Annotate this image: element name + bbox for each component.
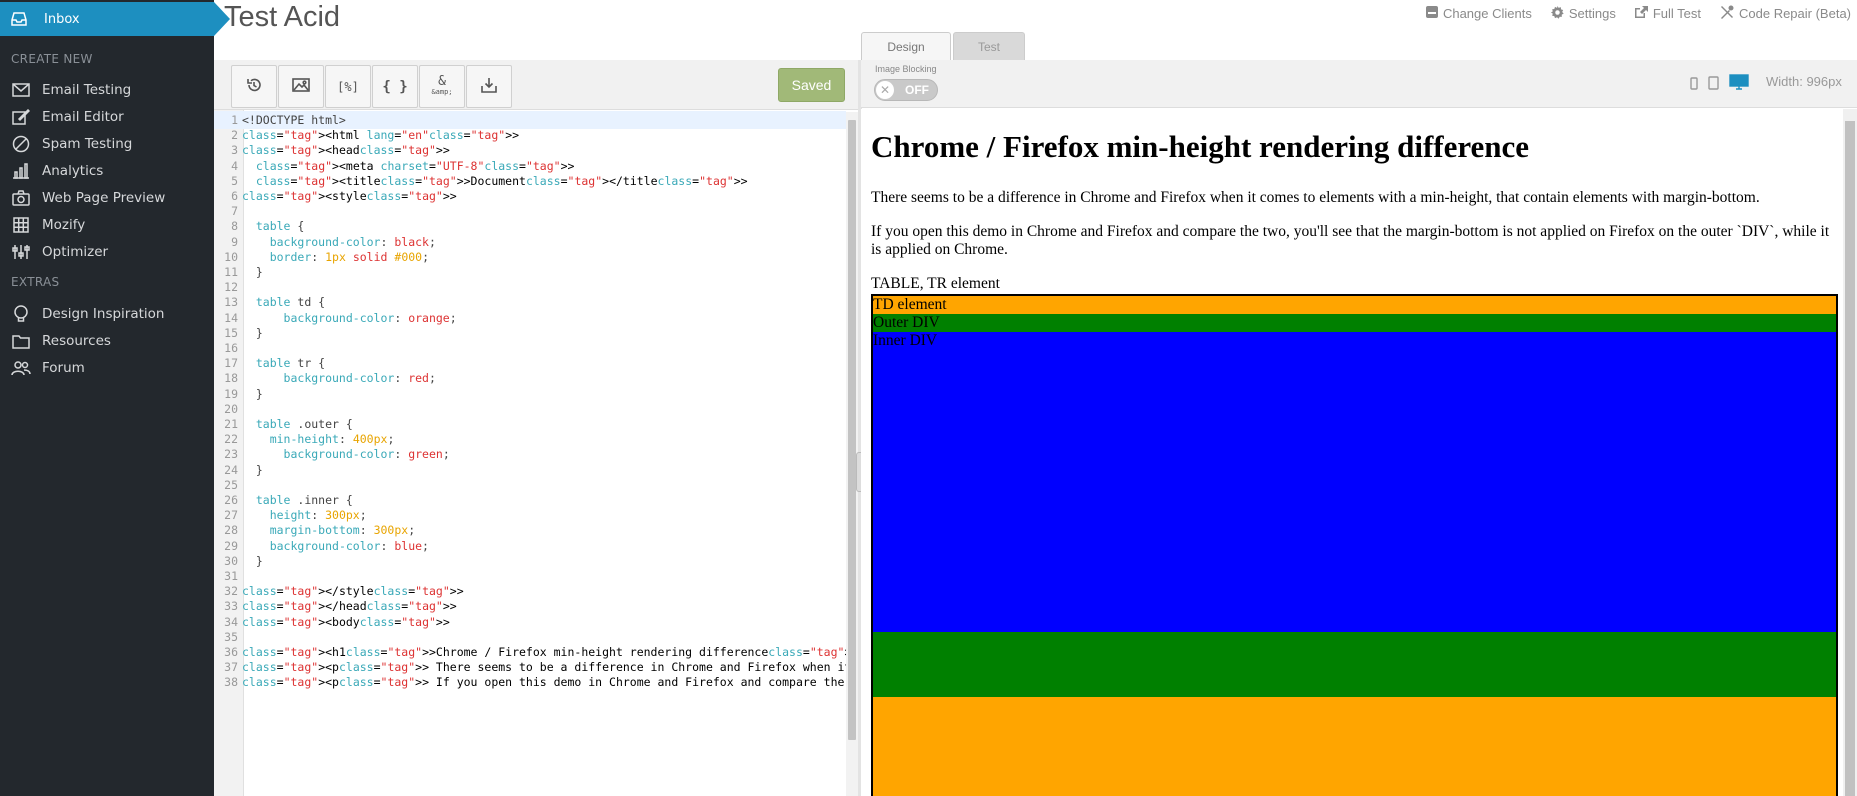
sidebar-item-label: Web Page Preview: [42, 190, 166, 206]
change-clients-button[interactable]: Change Clients: [1425, 4, 1532, 23]
variable-icon: [%]: [337, 79, 359, 94]
sidebar-item-label: Email Editor: [42, 109, 124, 125]
image-icon: [292, 77, 310, 96]
sidebar-item-label: Inbox: [44, 11, 80, 27]
bulb-icon: [10, 305, 32, 323]
download-button[interactable]: [466, 65, 512, 108]
history-icon: [246, 77, 262, 97]
sidebar-item-analytics[interactable]: Analytics: [0, 158, 214, 184]
code-text: class="tag"><pclass="tag">> If you open …: [242, 675, 845, 690]
settings-button[interactable]: Settings: [1550, 4, 1616, 23]
sidebar: Inbox CREATE NEW Email Testing Email Edi…: [0, 0, 230, 796]
preview-paragraph-1: There seems to be a difference in Chrome…: [871, 189, 1760, 206]
close-icon: ✕: [876, 81, 894, 99]
users-icon: [10, 360, 32, 376]
preview-outer-div: Outer DIV Inner DIV: [873, 314, 1836, 697]
braces-icon: { }: [382, 78, 408, 95]
inbox-icon: [10, 11, 30, 27]
sidebar-item-label: Design Inspiration: [42, 306, 165, 322]
toggle-state: OFF: [905, 83, 929, 97]
sidebar-item-email-editor[interactable]: Email Editor: [0, 104, 214, 130]
sidebar-item-label: Email Testing: [42, 82, 132, 98]
width-label: Width: 996px: [1766, 74, 1842, 89]
sidebar-item-design-inspiration[interactable]: Design Inspiration: [0, 301, 214, 327]
tab-test[interactable]: Test: [953, 32, 1025, 60]
sidebar-item-email-testing[interactable]: Email Testing: [0, 77, 214, 103]
image-blocking-label: Image Blocking: [875, 64, 937, 74]
sidebar-section-create-new: CREATE NEW: [11, 52, 93, 66]
sidebar-item-web-page-preview[interactable]: Web Page Preview: [0, 185, 214, 211]
folder-icon: [10, 334, 32, 349]
desktop-icon[interactable]: [1729, 74, 1749, 94]
bar-chart-icon: [10, 163, 32, 179]
page-title: Test Acid: [224, 1, 341, 33]
grid-icon: [10, 217, 32, 233]
sidebar-item-label: Spam Testing: [42, 136, 133, 152]
camera-icon: [10, 190, 32, 206]
code-repair-button[interactable]: Code Repair (Beta): [1719, 4, 1851, 23]
device-switcher: [1690, 74, 1749, 94]
code-line[interactable]: 38 class="tag"><pclass="tag">> If you ope…: [214, 673, 846, 691]
sidebar-section-extras: EXTRAS: [11, 275, 60, 289]
preview-table: TD element Outer DIV Inner DIV: [871, 294, 1838, 796]
preview-frame: Chrome / Firefox min-height rendering di…: [861, 109, 1843, 796]
line-number: 38: [224, 675, 238, 690]
preview-heading: Chrome / Firefox min-height rendering di…: [871, 129, 1530, 164]
tablet-icon[interactable]: [1708, 75, 1719, 94]
clients-icon: [1425, 5, 1439, 22]
pencil-icon: [10, 109, 32, 125]
code-repair-label: Code Repair (Beta): [1739, 6, 1851, 21]
history-button[interactable]: [231, 65, 277, 108]
braces-button[interactable]: { }: [372, 65, 418, 108]
ban-icon: [10, 135, 32, 153]
envelope-icon: [10, 83, 32, 97]
insert-image-button[interactable]: [278, 65, 324, 108]
download-icon: [481, 77, 497, 97]
app-window: Inbox CREATE NEW Email Testing Email Edi…: [0, 0, 1857, 796]
inner-div-label: Inner DIV: [873, 332, 938, 349]
change-clients-label: Change Clients: [1442, 6, 1532, 21]
code-editor[interactable]: 1 <!DOCTYPE html> 2 class="tag"><html lang=…: [214, 110, 846, 796]
sidebar-item-label: Resources: [42, 333, 111, 349]
image-blocking-toggle[interactable]: ✕ OFF: [874, 79, 938, 101]
phone-icon[interactable]: [1690, 75, 1698, 94]
preview-table-caption: TABLE, TR element: [871, 275, 1000, 292]
settings-label: Settings: [1568, 6, 1616, 21]
entity-button[interactable]: & &amp;: [419, 65, 465, 108]
sidebar-item-inbox[interactable]: Inbox: [0, 2, 230, 36]
td-label: TD element: [873, 296, 947, 313]
saved-button[interactable]: Saved: [778, 68, 845, 102]
external-link-icon: [1634, 5, 1649, 22]
sidebar-item-label: Forum: [42, 360, 85, 376]
sidebar-item-mozify[interactable]: Mozify: [0, 212, 214, 238]
preview-scrollbar[interactable]: [1843, 109, 1857, 796]
header-actions: Change Clients Settings Full Test Code R…: [1425, 4, 1851, 23]
gear-icon: [1550, 5, 1565, 23]
tab-design[interactable]: Design: [861, 32, 951, 60]
variable-button[interactable]: [%]: [325, 65, 371, 108]
sliders-icon: [10, 244, 32, 260]
sidebar-item-label: Analytics: [42, 163, 104, 179]
tools-icon: [1719, 4, 1735, 23]
preview-td: TD element Outer DIV Inner DIV: [873, 296, 1836, 796]
outer-div-label: Outer DIV: [873, 314, 940, 331]
sidebar-item-label: Mozify: [42, 217, 86, 233]
editor-scrollbar-thumb[interactable]: [848, 120, 856, 740]
preview-paragraph-2: If you open this demo in Chrome and Fire…: [871, 223, 1830, 258]
full-test-label: Full Test: [1652, 6, 1701, 21]
sidebar-item-forum[interactable]: Forum: [0, 355, 214, 381]
preview-scrollbar-thumb[interactable]: [1845, 121, 1855, 796]
sidebar-item-resources[interactable]: Resources: [0, 328, 214, 354]
sidebar-item-spam-testing[interactable]: Spam Testing: [0, 131, 214, 157]
full-test-button[interactable]: Full Test: [1634, 4, 1701, 23]
sidebar-item-label: Optimizer: [42, 244, 109, 260]
sidebar-item-optimizer[interactable]: Optimizer: [0, 239, 214, 265]
entity-icon: &: [438, 73, 446, 89]
entity-sub-label: &amp;: [431, 87, 453, 96]
preview-inner-div: Inner DIV: [873, 332, 1836, 632]
